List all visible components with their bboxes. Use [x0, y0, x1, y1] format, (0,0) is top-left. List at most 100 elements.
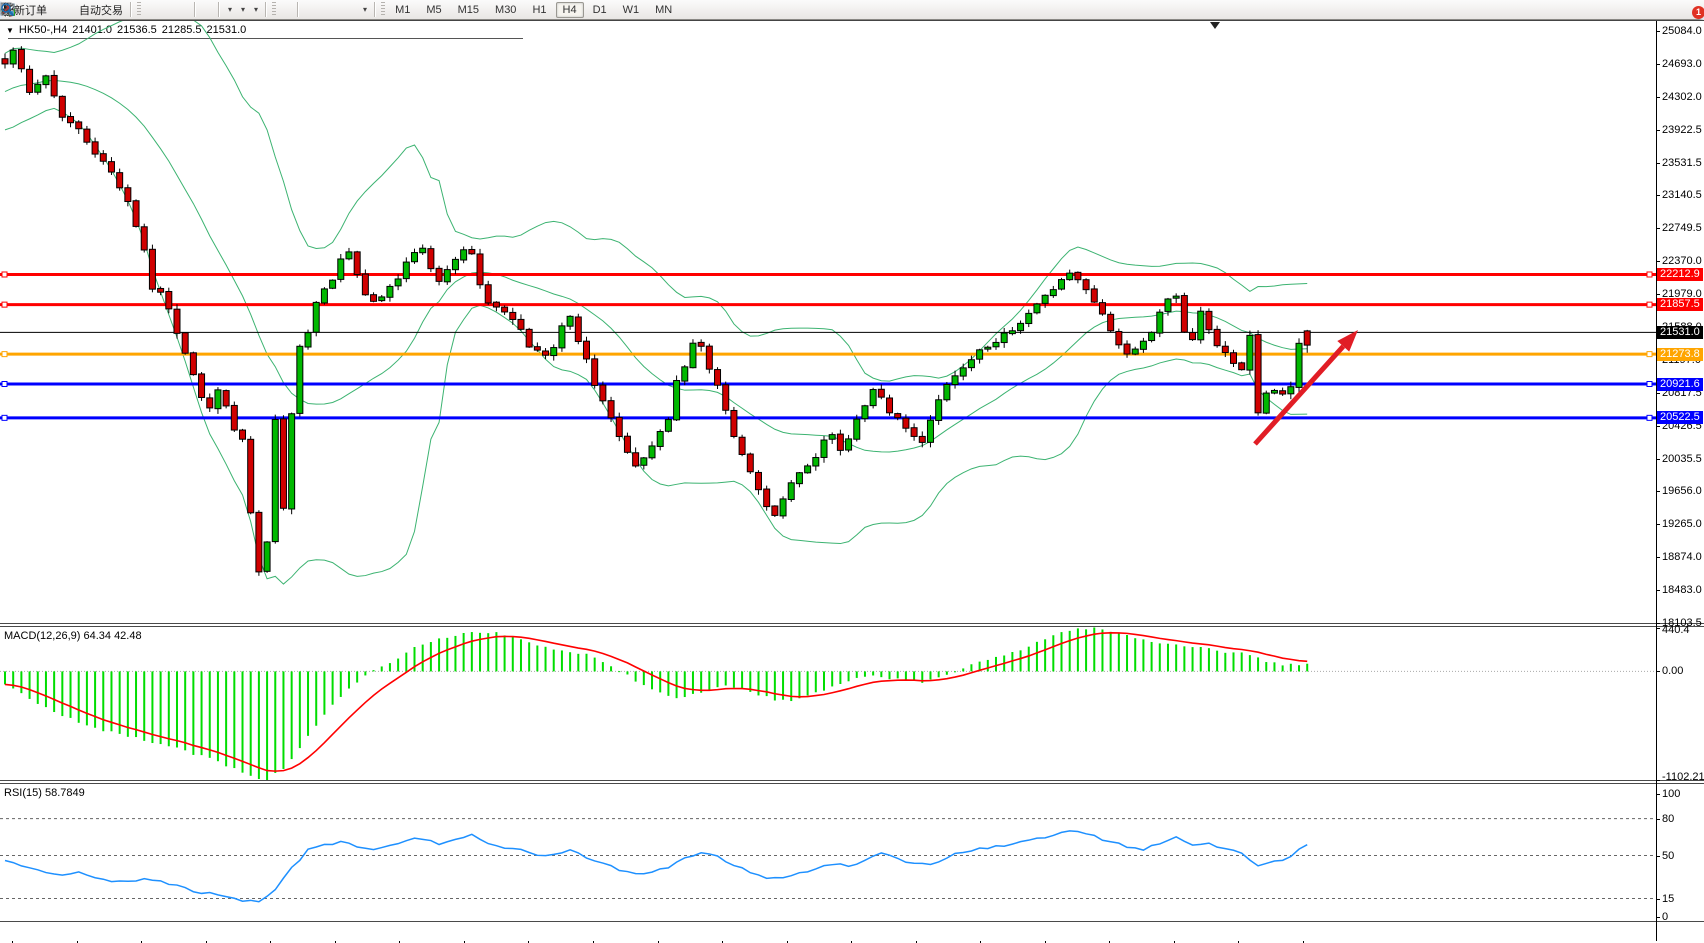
chart-area: ▼ HK50-,H4 21401.0 21536.5 21285.5 21531…: [0, 20, 1704, 943]
tile-windows-button[interactable]: [183, 1, 191, 19]
price-tick-label: 24693.0: [1662, 58, 1702, 70]
macd-signal-line: [5, 633, 1307, 771]
price-tick: [1656, 590, 1660, 591]
cursor-tool-button[interactable]: [278, 1, 286, 19]
price-tick: [1656, 294, 1660, 295]
timeframe-buttons: M1M5M15M30H1H4D1W1MN: [387, 2, 680, 18]
rsi-indicator-label: RSI(15) 58.7849: [4, 787, 85, 799]
price-tick: [1656, 130, 1660, 131]
hline-handle[interactable]: [1647, 415, 1652, 420]
zoom-in-button[interactable]: [167, 1, 175, 19]
timeframe-m15[interactable]: M15: [451, 2, 486, 18]
chart-shift-button[interactable]: [207, 1, 215, 19]
macd-axis-max: 440.4: [1662, 624, 1690, 636]
vertical-line-tool-button[interactable]: [302, 1, 310, 19]
pane-separator[interactable]: [0, 780, 1704, 781]
text-label-tool-button[interactable]: T: [350, 1, 358, 19]
rsi-tick: [1656, 917, 1660, 918]
trend-arrow-annotation[interactable]: [1255, 330, 1358, 444]
auto-scroll-button[interactable]: [199, 1, 207, 19]
indicators-button[interactable]: ▾: [223, 1, 236, 19]
macd-axis-min: -1102.21: [1662, 771, 1704, 783]
timeframe-m30[interactable]: M30: [488, 2, 523, 18]
price-tick: [1656, 524, 1660, 525]
toolbar-grip[interactable]: [137, 2, 141, 17]
price-tick-label: 19656.0: [1662, 485, 1702, 497]
templates-button[interactable]: ▾: [249, 1, 262, 19]
price-tick: [1656, 261, 1660, 262]
price-badge-21857.5: 21857.5: [1657, 298, 1703, 311]
pane-separator: [0, 921, 1704, 922]
hline-handle[interactable]: [1647, 352, 1652, 357]
strategy-tester-button[interactable]: [59, 1, 67, 19]
price-tick-label: 18483.0: [1662, 584, 1702, 596]
bollinger-bands: [5, 21, 1307, 584]
trendline-tool-button[interactable]: [318, 1, 326, 19]
price-tick-label: 22370.0: [1662, 255, 1702, 267]
hline-handle[interactable]: [2, 415, 7, 420]
price-tick-label: 23922.5: [1662, 124, 1702, 136]
price-tick: [1656, 491, 1660, 492]
timeframe-m1[interactable]: M1: [388, 2, 417, 18]
macd-chart-surface[interactable]: [0, 626, 1656, 783]
price-tick-label: 19265.0: [1662, 518, 1702, 530]
chevron-down-icon: ▾: [363, 5, 367, 14]
candle-chart-type-button[interactable]: [151, 1, 159, 19]
rsi-tick: [1656, 899, 1660, 900]
price-tick-label: 25084.0: [1662, 25, 1702, 37]
market-watch-button[interactable]: [51, 1, 59, 19]
hline-handle[interactable]: [2, 272, 7, 277]
search-icon[interactable]: [0, 2, 15, 17]
hline-handle[interactable]: [2, 302, 7, 307]
price-tick-label: 24302.0: [1662, 91, 1702, 103]
auto-trading-button[interactable]: 自动交易: [75, 1, 127, 19]
hline-handle[interactable]: [1647, 302, 1652, 307]
timeframe-m5[interactable]: M5: [419, 2, 448, 18]
price-tick: [1656, 459, 1660, 460]
toolbar: 新订单 自动交易: [0, 0, 1704, 20]
bar-chart-type-button[interactable]: [143, 1, 151, 19]
rsi-tick: [1656, 856, 1660, 857]
price-tick-label: 22749.5: [1662, 222, 1702, 234]
timeframe-mn[interactable]: MN: [648, 2, 679, 18]
hline-handle[interactable]: [2, 352, 7, 357]
price-tick: [1656, 393, 1660, 394]
periods-button[interactable]: ▾: [236, 1, 249, 19]
chevron-down-icon: ▾: [241, 5, 245, 14]
pane-separator[interactable]: [0, 623, 1704, 624]
new-order-button[interactable]: 新订单: [10, 1, 51, 19]
chevron-down-icon: ▾: [254, 5, 258, 14]
toolbar-separator: [130, 2, 132, 17]
signals-button[interactable]: [67, 1, 75, 19]
rsi-tick: [1656, 794, 1660, 795]
hline-handle[interactable]: [2, 382, 7, 387]
price-badge-20921.6: 20921.6: [1657, 378, 1703, 391]
text-tool-button[interactable]: A: [342, 1, 350, 19]
timeframe-d1[interactable]: D1: [586, 2, 614, 18]
pane-separator: [0, 783, 1704, 784]
line-chart-type-button[interactable]: [159, 1, 167, 19]
rsi-chart-surface[interactable]: [0, 783, 1656, 921]
price-tick: [1656, 228, 1660, 229]
price-tick: [1656, 163, 1660, 164]
price-badge-21531.0: 21531.0: [1657, 326, 1703, 339]
rsi-axis-100: 100: [1662, 788, 1680, 800]
horizontal-line-tool-button[interactable]: [310, 1, 318, 19]
price-badge-22212.9: 22212.9: [1657, 268, 1703, 281]
price-tick: [1656, 623, 1660, 624]
toolbar-grip[interactable]: [381, 2, 385, 17]
timeframe-h4[interactable]: H4: [556, 2, 584, 18]
crosshair-tool-button[interactable]: [286, 1, 294, 19]
macd-axis-zero: 0.00: [1662, 665, 1683, 677]
channel-tool-button[interactable]: E: [326, 1, 334, 19]
toolbar-grip[interactable]: [272, 2, 276, 17]
arrows-tool-button[interactable]: ▾: [358, 1, 371, 19]
hline-handle[interactable]: [1647, 382, 1652, 387]
timeframe-w1[interactable]: W1: [616, 2, 647, 18]
zoom-out-button[interactable]: [175, 1, 183, 19]
timeframe-h1[interactable]: H1: [525, 2, 553, 18]
candlestick-chart-surface[interactable]: [0, 21, 1656, 623]
hline-handle[interactable]: [1647, 272, 1652, 277]
notification-badge: 1: [1692, 6, 1704, 19]
fibonacci-tool-button[interactable]: F: [334, 1, 342, 19]
